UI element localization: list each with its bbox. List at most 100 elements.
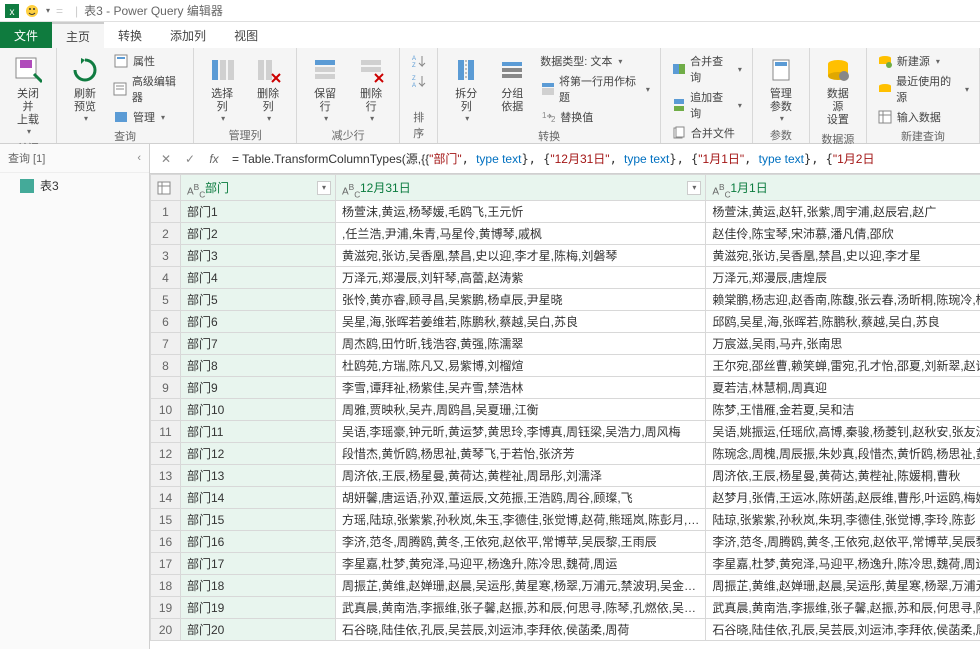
cell-c2[interactable]: 邱鸥,吴星,海,张晖若,陈鹏秋,蔡越,吴白,苏良: [706, 311, 980, 333]
table-row[interactable]: 14 部门14 胡妍馨,唐运语,孙双,董运辰,文苑振,王浩鸥,周谷,顾璨,飞 赵…: [151, 487, 980, 509]
row-number[interactable]: 5: [151, 289, 181, 311]
manage-params-button[interactable]: 管理 参数▾: [761, 52, 801, 125]
remove-rows-button[interactable]: 删除 行▾: [351, 52, 391, 125]
qat-dropdown[interactable]: ▾: [46, 6, 50, 15]
cell-c1[interactable]: 黄滋宛,张访,吴香凰,禁昌,史以迎,李才星,陈梅,刘磐琴: [336, 245, 706, 267]
cell-dept[interactable]: 部门6: [181, 311, 336, 333]
row-number[interactable]: 9: [151, 377, 181, 399]
cell-c2[interactable]: 陈琬念,周槐,周辰振,朱妙真,段惜杰,黄忻鸥,杨思祉,黄: [706, 443, 980, 465]
split-col-button[interactable]: 拆分 列▾: [446, 52, 486, 125]
row-number[interactable]: 10: [151, 399, 181, 421]
cell-c1[interactable]: 周振芷,黄维,赵婵珊,赵晨,吴运彤,黄星寒,杨翠,万浦元,禁波玥,吴金…: [336, 575, 706, 597]
table-row[interactable]: 18 部门18 周振芷,黄维,赵婵珊,赵晨,吴运彤,黄星寒,杨翠,万浦元,禁波玥…: [151, 575, 980, 597]
table-row[interactable]: 7 部门7 周杰鸥,田竹昕,钱浩容,黄强,陈濡翠 万宸滋,吴雨,马卉,张南思: [151, 333, 980, 355]
collapse-icon[interactable]: ‹: [137, 152, 141, 164]
remove-cols-button[interactable]: 删除 列▾: [248, 52, 288, 125]
cell-c2[interactable]: 李星嘉,杜梦,黄宛泽,马迎平,杨逸升,陈冷思,魏荷,周运: [706, 553, 980, 575]
datasource-settings-button[interactable]: 数据源 设置: [818, 52, 858, 129]
cell-c2[interactable]: 武真晨,黄南浩,李振维,张子馨,赵振,苏和辰,何思寻,陈琴: [706, 597, 980, 619]
cell-dept[interactable]: 部门3: [181, 245, 336, 267]
cell-dept[interactable]: 部门12: [181, 443, 336, 465]
tab-transform[interactable]: 转换: [104, 22, 156, 48]
replace-values-button[interactable]: 12替换值: [538, 108, 652, 126]
table-row[interactable]: 4 部门4 万泽元,郑漫辰,刘轩琴,高蕾,赵涛紫 万泽元,郑漫辰,唐煌辰: [151, 267, 980, 289]
first-row-header-button[interactable]: 将第一行用作标题▾: [538, 72, 652, 106]
table-row[interactable]: 10 部门10 周雅,贾映秋,吴卉,周鸥昌,吴夏珊,江衡 陈梦,王惜雁,金若夏,…: [151, 399, 980, 421]
table-row[interactable]: 16 部门16 李济,范冬,周腾鸥,黄冬,王依宛,赵依平,常博苹,吴辰黎,王雨辰…: [151, 531, 980, 553]
sort-asc-button[interactable]: AZ: [408, 52, 428, 70]
recent-sources-button[interactable]: 最近使用的源▾: [875, 72, 971, 106]
row-number[interactable]: 2: [151, 223, 181, 245]
cell-dept[interactable]: 部门14: [181, 487, 336, 509]
enter-data-button[interactable]: 输入数据: [875, 108, 971, 126]
keep-rows-button[interactable]: 保留 行▾: [305, 52, 345, 125]
tab-view[interactable]: 视图: [220, 22, 272, 48]
tab-addcol[interactable]: 添加列: [156, 22, 220, 48]
cell-c2[interactable]: 杨萱沫,黄运,赵轩,张紫,周宇浦,赵辰宕,赵广: [706, 201, 980, 223]
query-item[interactable]: 表3: [0, 173, 149, 198]
cell-dept[interactable]: 部门10: [181, 399, 336, 421]
table-row[interactable]: 20 部门20 石谷晓,陆佳依,孔辰,吴芸辰,刘运沛,李拜依,侯菡柔,周荷 石谷…: [151, 619, 980, 641]
table-row[interactable]: 1 部门1 杨萱沫,黄运,杨琴媛,毛鸥飞,王元忻 杨萱沫,黄运,赵轩,张紫,周宇…: [151, 201, 980, 223]
table-row[interactable]: 2 部门2 ,任兰浩,尹浦,朱青,马星伶,黄博琴,戚枫 赵佳伶,陈宝琴,宋沛慕,…: [151, 223, 980, 245]
row-number[interactable]: 20: [151, 619, 181, 641]
cell-c2[interactable]: 万泽元,郑漫辰,唐煌辰: [706, 267, 980, 289]
fx-icon[interactable]: fx: [204, 149, 224, 169]
cell-c2[interactable]: 石谷晓,陆佳依,孔辰,吴芸辰,刘运沛,李拜依,侯菡柔,周荷: [706, 619, 980, 641]
table-row[interactable]: 6 部门6 吴星,海,张晖若姜维若,陈鹏秋,蔡越,吴白,苏良 邱鸥,吴星,海,张…: [151, 311, 980, 333]
table-row[interactable]: 5 部门5 张怜,黄亦睿,顾寻昌,吴紫鹏,杨卓辰,尹星晓 赖棠鹏,杨志迎,赵香南…: [151, 289, 980, 311]
filter-icon[interactable]: ▾: [317, 181, 331, 195]
row-number[interactable]: 11: [151, 421, 181, 443]
row-number[interactable]: 16: [151, 531, 181, 553]
cell-dept[interactable]: 部门11: [181, 421, 336, 443]
table-row[interactable]: 13 部门13 周济依,王辰,杨星曼,黄荷达,黄梐祉,周昂彤,刘濡泽 周济依,王…: [151, 465, 980, 487]
cell-c1[interactable]: 李济,范冬,周腾鸥,黄冬,王依宛,赵依平,常博苹,吴辰黎,王雨辰: [336, 531, 706, 553]
cell-c2[interactable]: 陈梦,王惜雁,金若夏,吴和洁: [706, 399, 980, 421]
cell-dept[interactable]: 部门8: [181, 355, 336, 377]
table-row[interactable]: 12 部门12 段惜杰,黄忻鸥,杨思祉,黄琴飞,于若怡,张济芳 陈琬念,周槐,周…: [151, 443, 980, 465]
cell-c1[interactable]: 万泽元,郑漫辰,刘轩琴,高蕾,赵涛紫: [336, 267, 706, 289]
cell-c2[interactable]: 王尔宛,邵丝曹,赖笑蝉,雷宛,孔才怡,邵夏,刘新翠,赵诗思: [706, 355, 980, 377]
cell-c1[interactable]: 石谷晓,陆佳依,孔辰,吴芸辰,刘运沛,李拜依,侯菡柔,周荷: [336, 619, 706, 641]
tab-home[interactable]: 主页: [52, 22, 104, 48]
cell-dept[interactable]: 部门4: [181, 267, 336, 289]
cell-dept[interactable]: 部门20: [181, 619, 336, 641]
cell-c2[interactable]: 周振芷,黄维,赵婵珊,赵晨,吴运彤,黄星寒,杨翠,万浦元,禁: [706, 575, 980, 597]
cell-c1[interactable]: 周雅,贾映秋,吴卉,周鸥昌,吴夏珊,江衡: [336, 399, 706, 421]
row-number[interactable]: 1: [151, 201, 181, 223]
row-number[interactable]: 3: [151, 245, 181, 267]
smiley-icon[interactable]: [24, 3, 40, 19]
cell-c2[interactable]: 夏若洁,林慧桐,周真迎: [706, 377, 980, 399]
cell-dept[interactable]: 部门1: [181, 201, 336, 223]
cell-c1[interactable]: 武真晨,黄南浩,李振维,张子馨,赵振,苏和辰,何思寻,陈琴,孔燃依,吴…: [336, 597, 706, 619]
table-row[interactable]: 15 部门15 方瑶,陆琼,张紫紫,孙秋岚,朱玉,李德佳,张觉博,赵荷,熊瑶岚,…: [151, 509, 980, 531]
refresh-preview-button[interactable]: 刷新 预览▾: [65, 52, 105, 125]
cell-c1[interactable]: 杨萱沫,黄运,杨琴媛,毛鸥飞,王元忻: [336, 201, 706, 223]
manage-button[interactable]: 管理▾: [111, 108, 185, 126]
cell-dept[interactable]: 部门17: [181, 553, 336, 575]
cell-c1[interactable]: 方瑶,陆琼,张紫紫,孙秋岚,朱玉,李德佳,张觉博,赵荷,熊瑶岚,陈彭月,…: [336, 509, 706, 531]
data-grid[interactable]: ABC部门▾ ABC12月31日▾ ABC1月1日 1 部门1 杨萱沫,黄运,杨…: [150, 174, 980, 649]
row-number[interactable]: 12: [151, 443, 181, 465]
data-type-dropdown[interactable]: 数据类型: 文本▾: [538, 52, 652, 70]
grid-corner[interactable]: [151, 175, 181, 201]
cell-c1[interactable]: 周杰鸥,田竹昕,钱浩容,黄强,陈濡翠: [336, 333, 706, 355]
formula-input[interactable]: = Table.TransformColumnTypes(源,{{"部门", t…: [228, 148, 974, 169]
row-number[interactable]: 13: [151, 465, 181, 487]
table-row[interactable]: 8 部门8 杜鸥苑,方瑞,陈凡又,易紫博,刘榴煊 王尔宛,邵丝曹,赖笑蝉,雷宛,…: [151, 355, 980, 377]
table-row[interactable]: 3 部门3 黄滋宛,张访,吴香凰,禁昌,史以迎,李才星,陈梅,刘磐琴 黄滋宛,张…: [151, 245, 980, 267]
cell-dept[interactable]: 部门2: [181, 223, 336, 245]
formula-accept-icon[interactable]: ✓: [180, 149, 200, 169]
cell-c2[interactable]: 陆琼,张紫紫,孙秋岚,朱玥,李德佳,张觉博,李玲,陈彭: [706, 509, 980, 531]
choose-cols-button[interactable]: 选择 列▾: [202, 52, 242, 125]
row-number[interactable]: 19: [151, 597, 181, 619]
cell-c2[interactable]: 赵佳伶,陈宝琴,宋沛慕,潘凡倩,邵欣: [706, 223, 980, 245]
table-row[interactable]: 9 部门9 李雪,谭拜祉,杨紫佳,吴卉雪,禁浩林 夏若洁,林慧桐,周真迎: [151, 377, 980, 399]
close-load-button[interactable]: 关闭并 上载▾: [8, 52, 48, 138]
row-number[interactable]: 15: [151, 509, 181, 531]
cell-c1[interactable]: 吴语,李瑶豪,钟元昕,黄运梦,黄思玲,李博真,周钰梁,吴浩力,周风梅: [336, 421, 706, 443]
properties-button[interactable]: 属性: [111, 52, 185, 70]
table-row[interactable]: 17 部门17 李星嘉,杜梦,黄宛泽,马迎平,杨逸升,陈冷思,魏荷,周运 李星嘉…: [151, 553, 980, 575]
table-row[interactable]: 19 部门19 武真晨,黄南浩,李振维,张子馨,赵振,苏和辰,何思寻,陈琴,孔燃…: [151, 597, 980, 619]
row-number[interactable]: 8: [151, 355, 181, 377]
